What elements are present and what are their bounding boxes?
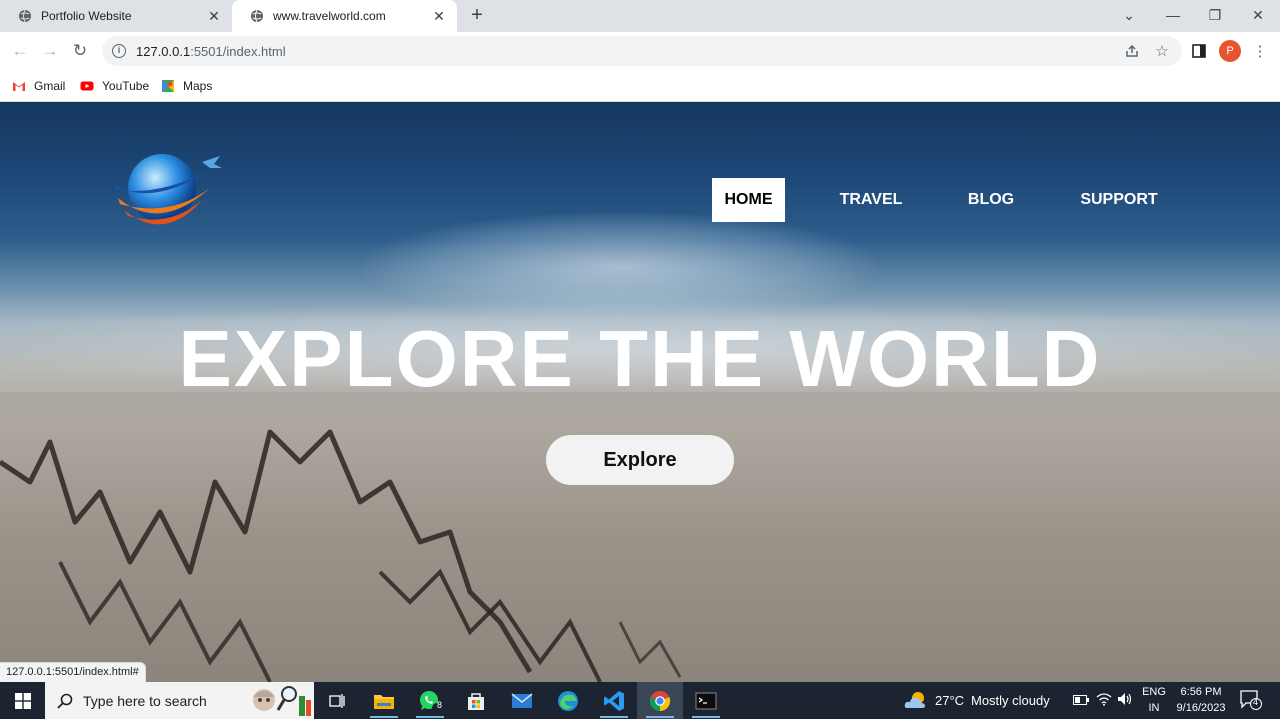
forward-button[interactable]: → bbox=[37, 38, 63, 64]
tab-title: www.travelworld.com bbox=[273, 9, 386, 23]
url-path: :5501/index.html bbox=[190, 43, 286, 59]
vscode-icon bbox=[604, 690, 624, 711]
search-highlight-doodle-icon bbox=[253, 686, 311, 716]
weather-cloud-icon bbox=[904, 692, 925, 708]
chrome-icon bbox=[649, 690, 671, 711]
tab-portfolio[interactable]: Portfolio Website ✕ bbox=[0, 0, 232, 32]
bookmark-label: Gmail bbox=[34, 79, 66, 93]
browser-toolbar: ← → ↻ i 127.0.0.1:5501/index.html ☆ P ⋮ bbox=[0, 32, 1280, 70]
task-view-icon bbox=[329, 693, 345, 708]
tab-title: Portfolio Website bbox=[41, 9, 132, 23]
file-explorer-button[interactable] bbox=[361, 682, 407, 719]
site-info-icon[interactable]: i bbox=[112, 44, 126, 58]
chrome-button[interactable] bbox=[637, 682, 683, 719]
youtube-icon bbox=[80, 81, 94, 91]
notifications-icon[interactable]: 4 bbox=[1240, 690, 1262, 713]
new-tab-button[interactable]: + bbox=[466, 5, 488, 27]
nav-home[interactable]: HOME bbox=[712, 178, 785, 222]
language-line1[interactable]: ENG bbox=[1139, 686, 1169, 698]
nav-travel[interactable]: TRAVEL bbox=[832, 178, 910, 222]
taskbar-search-input[interactable]: Type here to search bbox=[45, 682, 314, 719]
edge-icon bbox=[558, 690, 578, 711]
volume-icon[interactable] bbox=[1117, 692, 1133, 709]
store-icon bbox=[468, 692, 484, 710]
whatsapp-button[interactable]: 8 bbox=[407, 682, 453, 719]
hero-title: EXPLORE THE WORLD bbox=[178, 314, 1102, 403]
windows-icon bbox=[14, 692, 31, 709]
weather-condition[interactable]: Mostly cloudy bbox=[971, 693, 1050, 708]
start-button[interactable] bbox=[0, 682, 45, 719]
microsoft-store-button[interactable] bbox=[453, 682, 499, 719]
tab-search-chevron-icon[interactable]: ⌄ bbox=[1107, 0, 1151, 30]
status-url-bubble: 127.0.0.1:5501/index.html# bbox=[0, 662, 146, 682]
profile-avatar[interactable]: P bbox=[1219, 40, 1241, 62]
globe-icon bbox=[251, 9, 263, 23]
vscode-button[interactable] bbox=[591, 682, 637, 719]
folder-icon bbox=[374, 694, 394, 709]
nav-support[interactable]: SUPPORT bbox=[1075, 178, 1163, 222]
maximize-button[interactable]: ❐ bbox=[1193, 0, 1237, 30]
side-panel-icon[interactable] bbox=[1188, 40, 1210, 62]
language-line2[interactable]: IN bbox=[1139, 702, 1169, 714]
bookmark-label: YouTube bbox=[102, 79, 150, 93]
search-icon bbox=[57, 693, 73, 709]
share-icon[interactable] bbox=[1121, 40, 1143, 62]
whatsapp-badge: 8 bbox=[437, 700, 443, 710]
nav-blog[interactable]: BLOG bbox=[956, 178, 1026, 222]
bookmarks-bar: Gmail YouTube Maps bbox=[0, 70, 1280, 102]
bookmark-youtube[interactable]: YouTube bbox=[80, 77, 149, 95]
terminal-button[interactable] bbox=[683, 682, 729, 719]
weather-temp[interactable]: 27°C bbox=[935, 693, 964, 708]
taskbar: Type here to search 8 27°C Mostly cloudy… bbox=[0, 682, 1280, 719]
task-view-button[interactable] bbox=[314, 682, 360, 719]
bookmark-star-icon[interactable]: ☆ bbox=[1151, 40, 1173, 62]
terminal-icon bbox=[695, 692, 717, 709]
reload-button[interactable]: ↻ bbox=[67, 38, 93, 64]
minimize-button[interactable]: — bbox=[1151, 0, 1195, 30]
gmail-icon bbox=[13, 82, 25, 91]
maps-icon bbox=[162, 80, 174, 92]
tab-strip: Portfolio Website ✕ www.travelworld.com … bbox=[0, 0, 1280, 32]
bookmark-label: Maps bbox=[183, 79, 213, 93]
browser-window: Portfolio Website ✕ www.travelworld.com … bbox=[0, 0, 1280, 719]
close-window-button[interactable]: ✕ bbox=[1236, 0, 1280, 30]
mail-button[interactable] bbox=[499, 682, 545, 719]
bookmark-maps[interactable]: Maps bbox=[161, 77, 212, 95]
globe-logo[interactable] bbox=[110, 148, 225, 238]
url-host: 127.0.0.1 bbox=[136, 43, 191, 59]
explore-button[interactable]: Explore bbox=[546, 435, 734, 485]
close-tab-icon[interactable]: ✕ bbox=[206, 8, 222, 24]
search-placeholder: Type here to search bbox=[83, 692, 207, 709]
wifi-icon[interactable] bbox=[1096, 692, 1112, 709]
page-viewport: HOME TRAVEL BLOG SUPPORT EXPLORE THE WOR… bbox=[0, 102, 1280, 682]
address-url: 127.0.0.1:5501/index.html bbox=[136, 44, 286, 59]
clock-time[interactable]: 6:56 PM bbox=[1172, 686, 1230, 698]
clock-date[interactable]: 9/16/2023 bbox=[1172, 702, 1230, 714]
globe-icon bbox=[19, 9, 31, 23]
address-bar[interactable]: i 127.0.0.1:5501/index.html bbox=[102, 36, 1182, 66]
edge-button[interactable] bbox=[545, 682, 591, 719]
notifications-count: 4 bbox=[1253, 697, 1259, 707]
tab-travelworld[interactable]: www.travelworld.com ✕ bbox=[232, 0, 457, 32]
bookmark-gmail[interactable]: Gmail bbox=[12, 77, 65, 95]
back-button[interactable]: ← bbox=[7, 38, 33, 64]
battery-icon[interactable] bbox=[1073, 693, 1089, 708]
close-tab-icon[interactable]: ✕ bbox=[431, 8, 447, 24]
menu-kebab-icon[interactable]: ⋮ bbox=[1249, 40, 1271, 62]
mail-icon bbox=[511, 692, 533, 708]
